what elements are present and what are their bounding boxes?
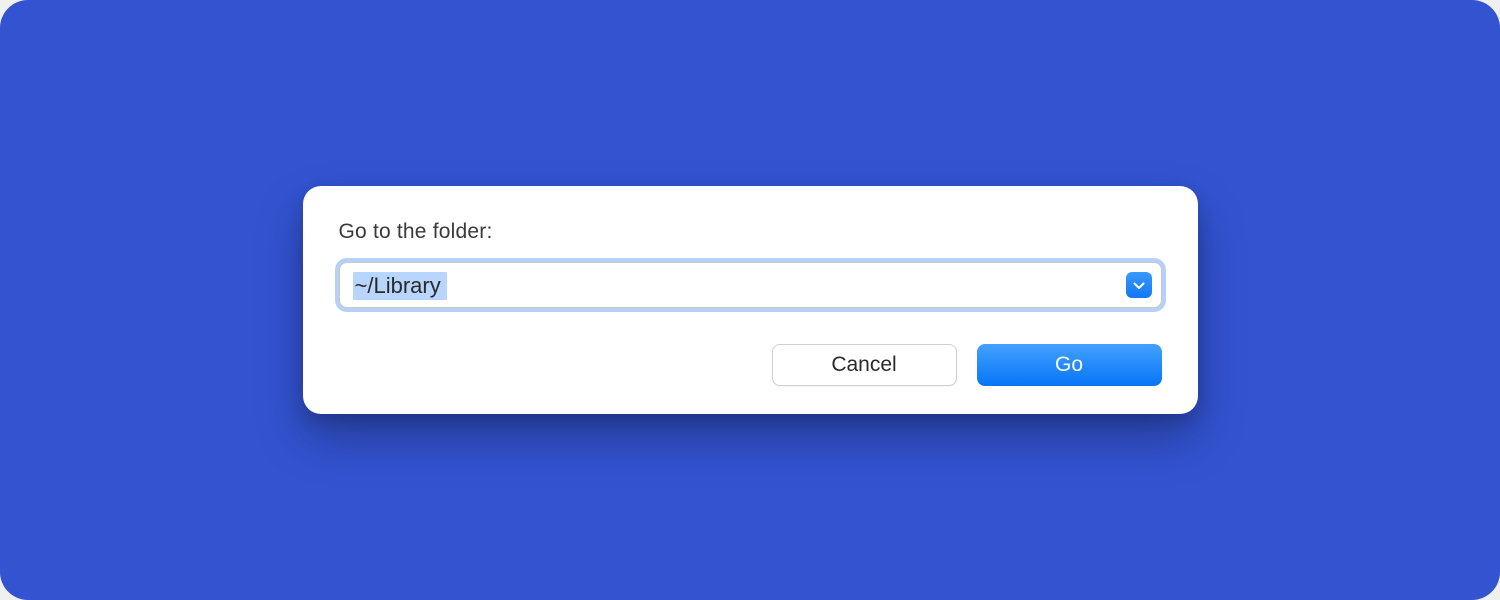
chevron-down-icon (1133, 278, 1145, 293)
cancel-button[interactable]: Cancel (772, 344, 957, 386)
path-input-value: ~/Library (355, 273, 441, 299)
dialog-buttons: Cancel Go (339, 344, 1162, 386)
go-to-folder-dialog: Go to the folder: ~/Library Cancel Go (303, 186, 1198, 414)
path-history-dropdown[interactable] (1126, 272, 1152, 298)
backdrop: Go to the folder: ~/Library Cancel Go (0, 0, 1500, 600)
path-input-wrapper: ~/Library (339, 262, 1162, 308)
text-selection (353, 272, 447, 300)
go-button[interactable]: Go (977, 344, 1162, 386)
path-input[interactable]: ~/Library (339, 262, 1162, 308)
dialog-title: Go to the folder: (339, 220, 1162, 244)
